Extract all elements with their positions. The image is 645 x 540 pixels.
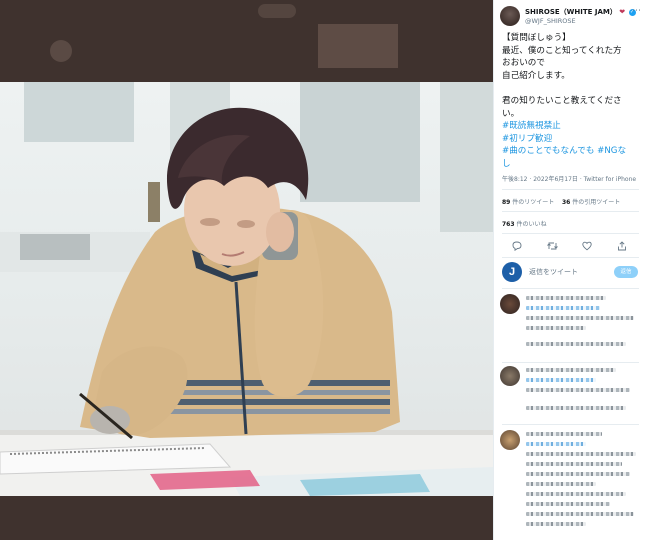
blurred-text (526, 502, 610, 506)
tweet-actions (502, 239, 637, 253)
tweet-photo[interactable] (0, 82, 493, 496)
share-icon[interactable] (615, 239, 629, 253)
blurred-text (526, 316, 634, 320)
blurred-text (526, 472, 630, 476)
tweet-line: 最近、僕のこと知ってくれた方 (502, 45, 622, 56)
backdrop-follow-button (258, 4, 296, 18)
blurred-text (526, 442, 586, 446)
blurred-text (526, 492, 626, 496)
author-name[interactable]: SHIROSE（WHITE JAM） ❤ ✓ (525, 7, 636, 17)
reply-icon[interactable] (510, 239, 524, 253)
retweet-label: 件のリツイート (512, 199, 555, 206)
blurred-text (526, 452, 636, 456)
reply-input[interactable]: 返信をツイート (529, 267, 578, 277)
tweet-line: おおいので (502, 58, 545, 69)
backdrop-thumbnail (318, 24, 398, 68)
reply-tweet[interactable] (500, 294, 642, 362)
viewer-avatar: J (502, 262, 522, 282)
reply-avatar (500, 430, 520, 450)
blurred-text (526, 296, 606, 300)
retweet-count: 89 (502, 199, 511, 206)
blurred-actions (526, 406, 626, 410)
reply-composer: J 返信をツイート 返信 (502, 262, 642, 284)
blurred-text (526, 306, 600, 310)
tweet-line: 君の知りたいこと教えてくださ (502, 95, 622, 106)
blurred-text (526, 432, 602, 436)
hashtag-link[interactable]: #既読無視禁止 (502, 120, 642, 133)
like-stat[interactable]: 763 件のいいね (502, 219, 546, 228)
blurred-text (526, 368, 616, 372)
divider (502, 288, 639, 289)
blurred-text (526, 326, 586, 330)
quote-label: 件の引用ツイート (572, 199, 621, 206)
blurred-text (526, 512, 634, 516)
divider (502, 189, 639, 190)
like-icon[interactable] (580, 239, 594, 253)
tweet-text: 【質問ぼしゅう】 最近、僕のこと知ってくれた方 おおいので 自己紹介します。 君… (502, 32, 642, 171)
tweet-timestamp[interactable]: 午後8:12 · 2022年6月17日 · Twitter for iPhone (502, 174, 636, 183)
retweet-icon[interactable] (545, 239, 559, 253)
divider (502, 424, 639, 425)
blurred-actions (526, 342, 626, 346)
like-label: 件のいいね (516, 221, 547, 228)
tweet-line: い。 (502, 108, 520, 119)
reply-tweet[interactable] (500, 430, 642, 540)
divider (502, 233, 639, 234)
backdrop-footer (0, 496, 493, 540)
divider (502, 257, 639, 258)
reply-avatar (500, 294, 520, 314)
divider (502, 211, 639, 212)
hashtag-link[interactable]: し (502, 158, 642, 171)
photo-illustration (0, 82, 493, 496)
author-avatar[interactable] (500, 6, 520, 26)
tweet-panel: SHIROSE（WHITE JAM） ❤ ✓ @WJF_SHIROSE ⋯ 【質… (493, 0, 645, 540)
author-handle[interactable]: @WJF_SHIROSE (525, 17, 576, 25)
blurred-text (526, 522, 586, 526)
divider (502, 362, 639, 363)
blurred-text (526, 482, 596, 486)
hashtag-link[interactable]: #曲のことでもなんでも #NGな (502, 145, 642, 158)
author-display-name: SHIROSE（WHITE JAM） (525, 8, 617, 16)
tweet-line: 自己紹介します。 (502, 70, 570, 81)
backdrop-header (0, 0, 493, 82)
reply-button[interactable]: 返信 (614, 266, 638, 278)
backdrop-avatar (50, 40, 72, 62)
retweet-stat[interactable]: 89 件のリツイート (502, 197, 554, 206)
more-icon[interactable]: ⋯ (632, 6, 641, 16)
tweet-header: SHIROSE（WHITE JAM） ❤ ✓ @WJF_SHIROSE ⋯ (500, 6, 641, 28)
like-count: 763 (502, 221, 515, 228)
reply-avatar (500, 366, 520, 386)
quote-stat[interactable]: 36 件の引用ツイート (562, 197, 620, 206)
hashtag-link[interactable]: #初リプ歓迎 (502, 133, 642, 146)
blurred-text (526, 462, 622, 466)
quote-count: 36 (562, 199, 571, 206)
reply-tweet[interactable] (500, 366, 642, 426)
tweet-line: 【質問ぼしゅう】 (502, 33, 571, 43)
blurred-text (526, 378, 596, 382)
heart-emoji-icon: ❤ (619, 8, 626, 16)
blurred-text (526, 388, 630, 392)
